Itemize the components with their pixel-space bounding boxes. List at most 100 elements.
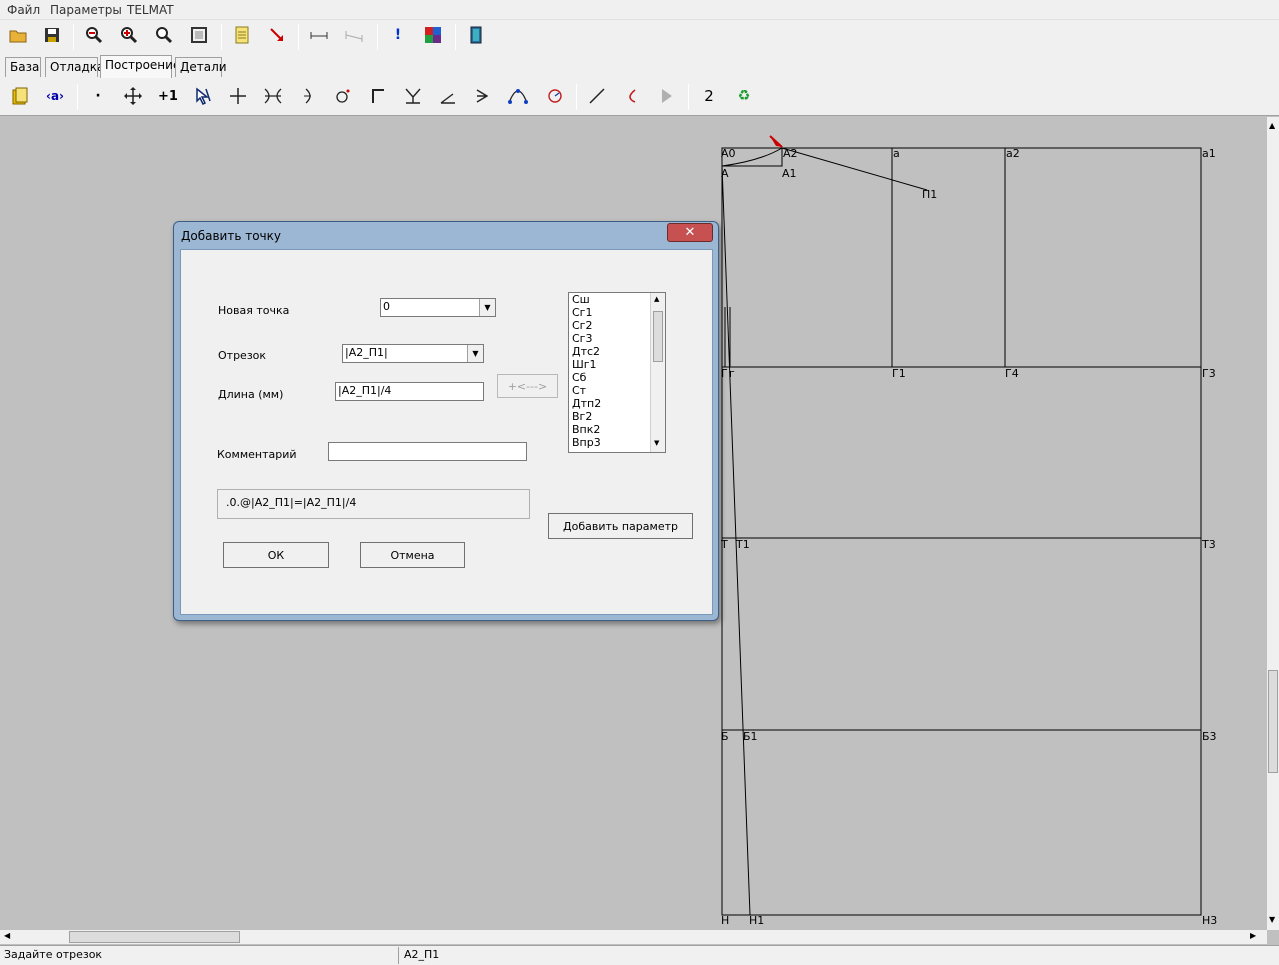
new-point-value: 0 <box>383 300 390 313</box>
point-label: Н3 <box>1202 914 1218 927</box>
angle-icon[interactable] <box>436 84 460 108</box>
tab-bar: База Отладка Построение Детали <box>0 54 1279 78</box>
play-disabled-icon <box>655 84 679 108</box>
circle-tangent-icon[interactable] <box>543 84 567 108</box>
comment-label: Комментарий <box>217 448 297 461</box>
point-label: А <box>721 167 729 180</box>
point-label: Б1 <box>743 730 758 743</box>
perpendicular-corner-icon[interactable] <box>366 84 390 108</box>
menu-telmat[interactable]: TELMAT <box>127 3 174 17</box>
add-parameter-button[interactable]: Добавить параметр <box>548 513 693 539</box>
ok-button[interactable]: ОК <box>223 542 329 568</box>
point-label: А1 <box>782 167 797 180</box>
page-number[interactable]: 2 <box>697 84 721 108</box>
zoom-in-icon[interactable] <box>117 23 141 47</box>
new-point-select[interactable]: 0 ▼ <box>380 298 496 317</box>
point-label: А2 <box>783 147 798 160</box>
point-icon[interactable]: · <box>86 84 110 108</box>
open-folder-icon[interactable] <box>6 23 30 47</box>
menu-parameters[interactable]: Параметры <box>50 3 122 17</box>
chevron-down-icon[interactable]: ▼ <box>467 345 483 362</box>
close-button[interactable]: ✕ <box>667 223 713 242</box>
horizontal-scroll-thumb[interactable] <box>69 931 240 943</box>
construction-toolbar: ‹a› · +1 2 ♻ <box>0 78 1279 116</box>
scroll-down-icon[interactable]: ▼ <box>1269 915 1275 924</box>
point-label: Г3 <box>1202 367 1216 380</box>
dialog-body: Новая точка 0 ▼ Отрезок |А2_П1| ▼ Длина … <box>180 249 713 615</box>
plus-one-icon[interactable]: +1 <box>156 84 180 108</box>
measure-disabled-icon <box>342 23 366 47</box>
parameter-list[interactable]: Сш Сг1 Сг2 Сг3 Дтс2 Шг1 Сб Ст Дтп2 Вг2 В… <box>568 292 666 453</box>
cancel-button[interactable]: Отмена <box>360 542 465 568</box>
document-icon[interactable] <box>230 23 254 47</box>
point-label: Т1 <box>736 538 750 551</box>
select-icon[interactable] <box>191 84 215 108</box>
line-icon[interactable] <box>585 84 609 108</box>
zoom-out-icon[interactable] <box>82 23 106 47</box>
close-icon: ✕ <box>684 225 696 240</box>
scroll-down-icon[interactable]: ▼ <box>654 439 659 447</box>
tab-base[interactable]: База <box>5 57 41 77</box>
move-icon[interactable] <box>121 84 145 108</box>
zoom-icon[interactable] <box>152 23 176 47</box>
tab-construction[interactable]: Построение <box>100 55 180 78</box>
segment-select[interactable]: |А2_П1| ▼ <box>342 344 484 363</box>
menu-file[interactable]: Файл <box>7 3 40 17</box>
scroll-left-icon[interactable]: ◀ <box>4 931 10 940</box>
status-segment: А2_П1 <box>404 948 440 961</box>
scroll-right-icon[interactable]: ▶ <box>1250 931 1256 940</box>
formula-display: .0.@|А2_П1|=|А2_П1|/4 <box>217 489 530 519</box>
point-label: Н <box>721 914 730 927</box>
scroll-up-icon[interactable]: ▲ <box>1269 121 1275 130</box>
tab-debug[interactable]: Отладка <box>45 57 104 77</box>
measure-icon[interactable] <box>307 23 331 47</box>
horizontal-scrollbar[interactable]: ◀ ▶ <box>0 930 1267 944</box>
tab-details[interactable]: Детали <box>175 57 227 77</box>
segment-label: Отрезок <box>218 349 267 362</box>
status-bar: Задайте отрезок А2_П1 <box>0 945 1279 965</box>
segment-value: |А2_П1| <box>345 346 388 359</box>
insert-segment-button: +<---> <box>497 374 558 398</box>
arrow-right-icon[interactable] <box>471 84 495 108</box>
comment-input[interactable] <box>328 442 527 461</box>
point-label: П1 <box>922 188 938 201</box>
point-label: Г4 <box>1005 367 1019 380</box>
point-label: а <box>893 147 900 160</box>
vertical-scroll-thumb[interactable] <box>1268 670 1278 773</box>
arrow-red-icon[interactable] <box>265 23 289 47</box>
point-label: Б <box>721 730 729 743</box>
notes-icon[interactable] <box>8 84 32 108</box>
point-label: а2 <box>1006 147 1020 160</box>
cross-icon[interactable] <box>226 84 250 108</box>
point-label: Г1 <box>892 367 906 380</box>
list-scrollbar[interactable]: ▲ ▼ <box>650 293 665 452</box>
variable-a-icon[interactable]: ‹a› <box>43 84 67 108</box>
point-label: Б3 <box>1202 730 1217 743</box>
arc-icon[interactable] <box>620 84 644 108</box>
point-label: Т3 <box>1202 538 1216 551</box>
point-label: г <box>729 367 735 380</box>
point-label: Г <box>721 367 728 380</box>
intersect-icon[interactable] <box>261 84 285 108</box>
length-input[interactable]: |А2_П1|/4 <box>335 382 484 401</box>
recycle-icon[interactable]: ♻ <box>732 84 756 108</box>
circle-point-icon[interactable] <box>331 84 355 108</box>
point-label: а1 <box>1202 147 1216 160</box>
main-toolbar: ! <box>0 20 1279 54</box>
status-message: Задайте отрезок <box>4 948 103 961</box>
bisector-icon[interactable] <box>401 84 425 108</box>
palette-icon[interactable] <box>421 23 445 47</box>
curve-points-icon[interactable] <box>506 84 530 108</box>
exit-door-icon[interactable] <box>464 23 488 47</box>
arc-point-icon[interactable] <box>296 84 320 108</box>
save-icon[interactable] <box>40 23 64 47</box>
dialog-title: Добавить точку <box>181 229 281 243</box>
point-label: Т <box>721 538 728 551</box>
zoom-fit-icon[interactable] <box>187 23 211 47</box>
chevron-down-icon[interactable]: ▼ <box>479 299 495 316</box>
list-scroll-thumb[interactable] <box>653 311 663 362</box>
scroll-up-icon[interactable]: ▲ <box>654 295 659 303</box>
alert-icon[interactable]: ! <box>386 23 410 47</box>
point-label: А0 <box>721 147 736 160</box>
vertical-scrollbar[interactable]: ▲ ▼ <box>1267 117 1279 930</box>
